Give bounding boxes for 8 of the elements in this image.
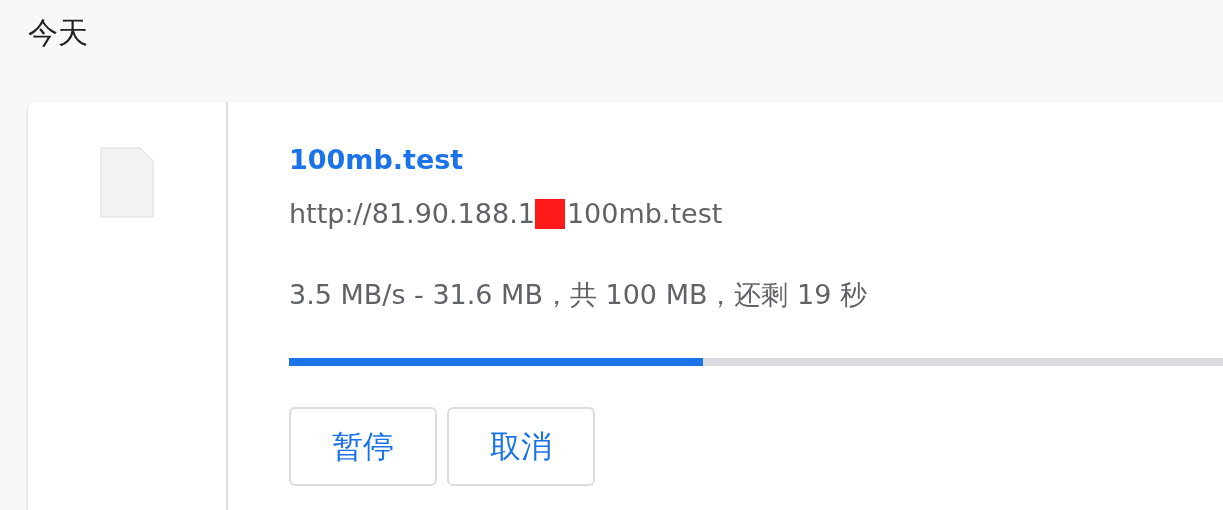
cancel-button[interactable]: 取消: [447, 407, 595, 486]
url-text: 100mb.test: [566, 198, 723, 229]
pause-button[interactable]: 暂停: [289, 407, 437, 486]
section-title: 今天: [28, 14, 89, 52]
download-status: 3.5 MB/s - 31.6 MB，共 100 MB，还剩 19 秒: [289, 278, 868, 312]
file-name-link[interactable]: 100mb.test: [289, 144, 464, 184]
url-text: http://81.90.188.1: [289, 198, 535, 229]
file-icon: [100, 147, 154, 218]
